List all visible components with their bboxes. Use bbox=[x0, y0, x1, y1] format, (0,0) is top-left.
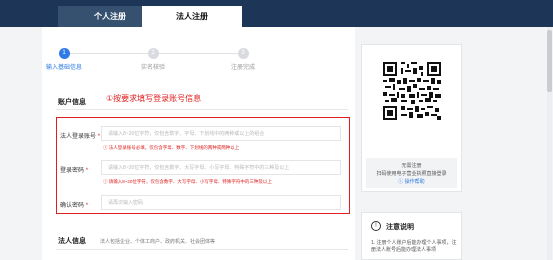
notice-body: 1. 注册个人账户后能办理个人事项，注册法人账号后能办理法人事项 bbox=[371, 240, 457, 253]
field-label-text: 法人登录账号 bbox=[60, 134, 97, 140]
login-account-input[interactable] bbox=[101, 126, 341, 141]
legal-section-title: 法人信息 bbox=[58, 238, 86, 245]
step-number: 1 bbox=[58, 48, 70, 59]
confirm-password-input[interactable] bbox=[101, 195, 341, 210]
password-hint: ⓘ 请输入8~20位字符，仅包含数字、大写字母、小写字母、特殊字符中的三种及以上 bbox=[103, 179, 272, 184]
step-number: 2 bbox=[147, 48, 159, 59]
password-input[interactable] bbox=[101, 160, 341, 175]
qr-note-text: 扫码使用电子营业执照直接登录 bbox=[376, 171, 447, 177]
login-account-hint: ⓘ 法人登录账号必填，仅包含字母、数字、下划线的两种或两种以上 bbox=[103, 145, 240, 150]
scrollbar-thumb[interactable] bbox=[547, 30, 552, 92]
notice-title: 注意说明 bbox=[386, 224, 414, 231]
step-label: 输入基础信息 bbox=[45, 65, 82, 71]
login-account-label: 法人登录账号 * bbox=[60, 131, 100, 140]
required-mark: * bbox=[85, 168, 89, 174]
step-verification: 2 实名核验 bbox=[123, 48, 183, 71]
step-number: 3 bbox=[237, 48, 249, 59]
qr-login-note: 无需注册 扫码使用电子营业执照直接登录 ⓘ 操作帮助 bbox=[366, 158, 457, 188]
required-mark: * bbox=[85, 203, 89, 209]
account-section-title: 账户信息 bbox=[58, 99, 86, 106]
info-icon: ! bbox=[371, 221, 381, 231]
section-divider bbox=[56, 109, 348, 110]
tab-legal-registration[interactable]: 法人注册 bbox=[142, 6, 242, 27]
instruction-annotation: ①按要求填写登录账号信息 bbox=[106, 94, 202, 103]
help-link[interactable]: ⓘ 操作帮助 bbox=[366, 178, 457, 185]
step-label: 实名核验 bbox=[140, 65, 165, 71]
qr-code-icon[interactable] bbox=[383, 62, 441, 120]
required-mark: * bbox=[97, 134, 101, 140]
password-label: 登录密码 * bbox=[60, 165, 88, 174]
legal-section-subtitle: 法人包括企业、个体工商户、政府机关、社会团体等 bbox=[100, 239, 216, 245]
qr-note-title: 无需注册 bbox=[401, 163, 422, 169]
field-label-text: 确认密码 bbox=[60, 203, 85, 209]
section-divider bbox=[56, 249, 348, 250]
field-label-text: 登录密码 bbox=[60, 168, 85, 174]
step-complete: 3 注册完成 bbox=[213, 48, 273, 71]
confirm-password-label: 确认密码 * bbox=[60, 200, 88, 209]
step-label: 注册完成 bbox=[230, 65, 255, 71]
step-basic-info: 1 输入基础信息 bbox=[34, 48, 94, 71]
